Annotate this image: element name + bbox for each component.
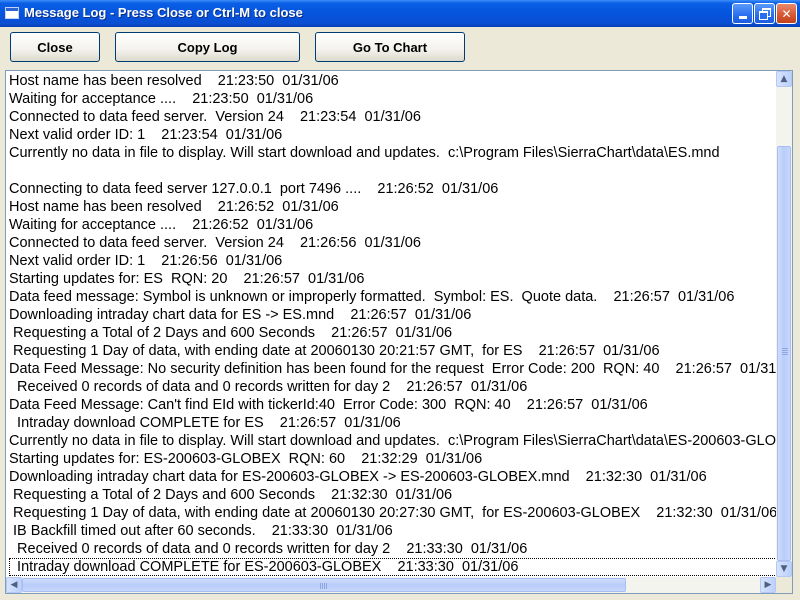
log-line: Next valid order ID: 1 21:23:54 01/31/06 [9, 127, 283, 143]
window-icon [5, 7, 19, 19]
log-line: Downloading intraday chart data for ES -… [9, 307, 472, 323]
log-line: Currently no data in file to display. Wi… [9, 145, 720, 161]
log-line: Data feed message: Symbol is unknown or … [9, 289, 735, 305]
scroll-down-button[interactable]: ▼ [776, 561, 792, 577]
minimize-icon [738, 16, 747, 19]
close-icon: ✕ [781, 6, 792, 21]
log-line: Connecting to data feed server 127.0.0.1… [9, 181, 499, 197]
log-line: IB Backfill timed out after 60 seconds. … [9, 523, 393, 539]
log-line: Requesting a Total of 2 Days and 600 Sec… [9, 325, 453, 341]
arrow-up-icon: ▲ [780, 74, 788, 84]
vertical-scrollbar[interactable]: ▲ ▼ [776, 71, 792, 577]
log-viewport[interactable]: Host name has been resolved 21:23:50 01/… [6, 71, 776, 577]
close-button[interactable]: Close [10, 32, 100, 62]
log-line: Starting updates for: ES RQN: 20 21:26:5… [9, 271, 365, 287]
log-line: Currently no data in file to display. Wi… [9, 433, 776, 449]
go-to-chart-button[interactable]: Go To Chart [315, 32, 465, 62]
scroll-up-button[interactable]: ▲ [776, 71, 792, 87]
log-line: Received 0 records of data and 0 records… [9, 379, 528, 395]
arrow-right-icon: ▶ [764, 580, 772, 590]
minimize-button[interactable] [732, 3, 753, 24]
log-line: Connected to data feed server. Version 2… [9, 109, 421, 125]
log-line: Waiting for acceptance .... 21:23:50 01/… [9, 91, 314, 107]
scrollbar-corner [776, 577, 792, 593]
scroll-right-button[interactable]: ▶ [760, 577, 776, 593]
maximize-icon [758, 8, 771, 20]
arrow-left-icon: ◀ [10, 580, 18, 590]
log-line: Connected to data feed server. Version 2… [9, 235, 421, 251]
horizontal-scrollbar[interactable]: ◀ ▶ [6, 577, 776, 593]
log-line: Intraday download COMPLETE for ES 21:26:… [9, 415, 401, 431]
horizontal-scroll-thumb[interactable] [22, 578, 626, 592]
copy-log-button[interactable]: Copy Log [115, 32, 300, 62]
log-line: Intraday download COMPLETE for ES-200603… [9, 558, 776, 576]
scroll-left-button[interactable]: ◀ [6, 577, 22, 593]
log-line: Host name has been resolved 21:26:52 01/… [9, 199, 339, 215]
window-title: Message Log - Press Close or Ctrl-M to c… [24, 5, 303, 20]
vertical-scroll-thumb[interactable] [777, 146, 791, 561]
log-line: Waiting for acceptance .... 21:26:52 01/… [9, 217, 314, 233]
log-line: Starting updates for: ES-200603-GLOBEX R… [9, 451, 483, 467]
log-line: Data Feed Message: Can't find EId with t… [9, 397, 648, 413]
message-log-panel[interactable]: Host name has been resolved 21:23:50 01/… [5, 70, 793, 594]
log-line: Requesting 1 Day of data, with ending da… [9, 505, 776, 521]
maximize-button[interactable] [754, 3, 775, 24]
log-line: Requesting 1 Day of data, with ending da… [9, 343, 660, 359]
log-line: Next valid order ID: 1 21:26:56 01/31/06 [9, 253, 283, 269]
log-line: Downloading intraday chart data for ES-2… [9, 469, 707, 485]
log-lines: Host name has been resolved 21:23:50 01/… [9, 72, 776, 576]
log-line: Data Feed Message: No security definitio… [9, 361, 776, 377]
close-window-button[interactable]: ✕ [776, 3, 797, 24]
title-bar[interactable]: Message Log - Press Close or Ctrl-M to c… [0, 0, 800, 27]
log-line: Received 0 records of data and 0 records… [9, 541, 528, 557]
log-line: Host name has been resolved 21:23:50 01/… [9, 73, 339, 89]
log-line: Requesting a Total of 2 Days and 600 Sec… [9, 487, 453, 503]
arrow-down-icon: ▼ [780, 564, 788, 574]
